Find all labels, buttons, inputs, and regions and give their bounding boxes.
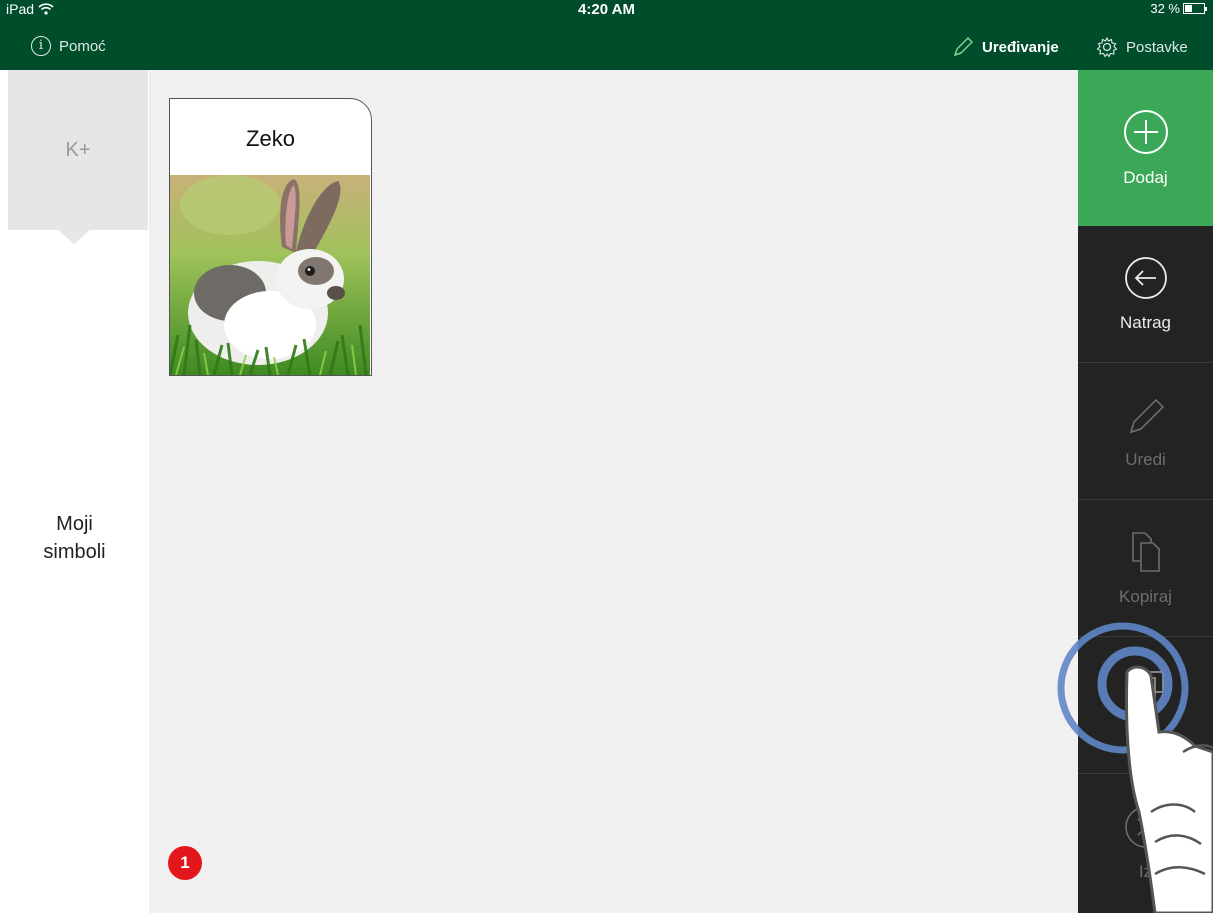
delete-label: Iz (1138, 861, 1153, 881)
select-icon (1127, 671, 1164, 705)
delete-button[interactable]: Iz (1078, 774, 1213, 911)
pencil-icon (1129, 398, 1164, 434)
x-circle-icon (1124, 805, 1167, 848)
notification-badge: 1 (168, 846, 202, 880)
settings-button[interactable]: Postavke (1096, 36, 1188, 58)
select-label: Ozn (1129, 724, 1162, 743)
info-icon: i (31, 36, 51, 56)
action-panel: Dodaj Natrag Uredi Kopiraj Ozn Iz (1078, 70, 1213, 913)
sidebar-tab-pointer (56, 228, 92, 244)
edit-button[interactable]: Uredi (1078, 363, 1213, 500)
battery-percent: 32 % (1150, 1, 1180, 16)
top-bar: iPad 4:20 AM 32 % i Pomoć Uređivanje Pos… (0, 0, 1213, 70)
pencil-icon (953, 36, 974, 57)
edit-mode-label: Uređivanje (982, 38, 1059, 56)
settings-label: Postavke (1126, 38, 1188, 56)
help-button[interactable]: i Pomoć (31, 36, 106, 56)
copy-button[interactable]: Kopiraj (1078, 500, 1213, 637)
arrow-left-circle-icon (1124, 257, 1167, 299)
help-label: Pomoć (59, 37, 106, 55)
sidebar-tab-k-plus[interactable]: K+ (8, 70, 148, 230)
symbol-card[interactable]: Zeko (169, 98, 372, 376)
add-label: Dodaj (1123, 168, 1168, 187)
symbol-grid: Zeko 1 (149, 70, 1078, 913)
copy-icon (1131, 532, 1160, 572)
edit-mode-button[interactable]: Uređivanje (952, 36, 1059, 58)
edit-label: Uredi (1125, 450, 1166, 469)
battery-icon (1183, 3, 1207, 14)
symbol-card-title: Zeko (246, 126, 295, 151)
select-button[interactable]: Ozn (1078, 637, 1213, 774)
sidebar: K+ Moji simboli (0, 70, 149, 913)
sidebar-item-my-symbols[interactable]: Moji simboli (0, 510, 149, 566)
back-button[interactable]: Natrag (1078, 226, 1213, 363)
copy-label: Kopiraj (1119, 587, 1172, 606)
add-button[interactable]: Dodaj (1078, 70, 1213, 226)
gear-icon (1096, 36, 1118, 58)
rabbit-photo (170, 175, 370, 375)
status-right: 32 % (1150, 1, 1207, 16)
plus-circle-icon (1123, 110, 1168, 154)
back-label: Natrag (1119, 313, 1172, 332)
status-time: 4:20 AM (578, 1, 635, 18)
